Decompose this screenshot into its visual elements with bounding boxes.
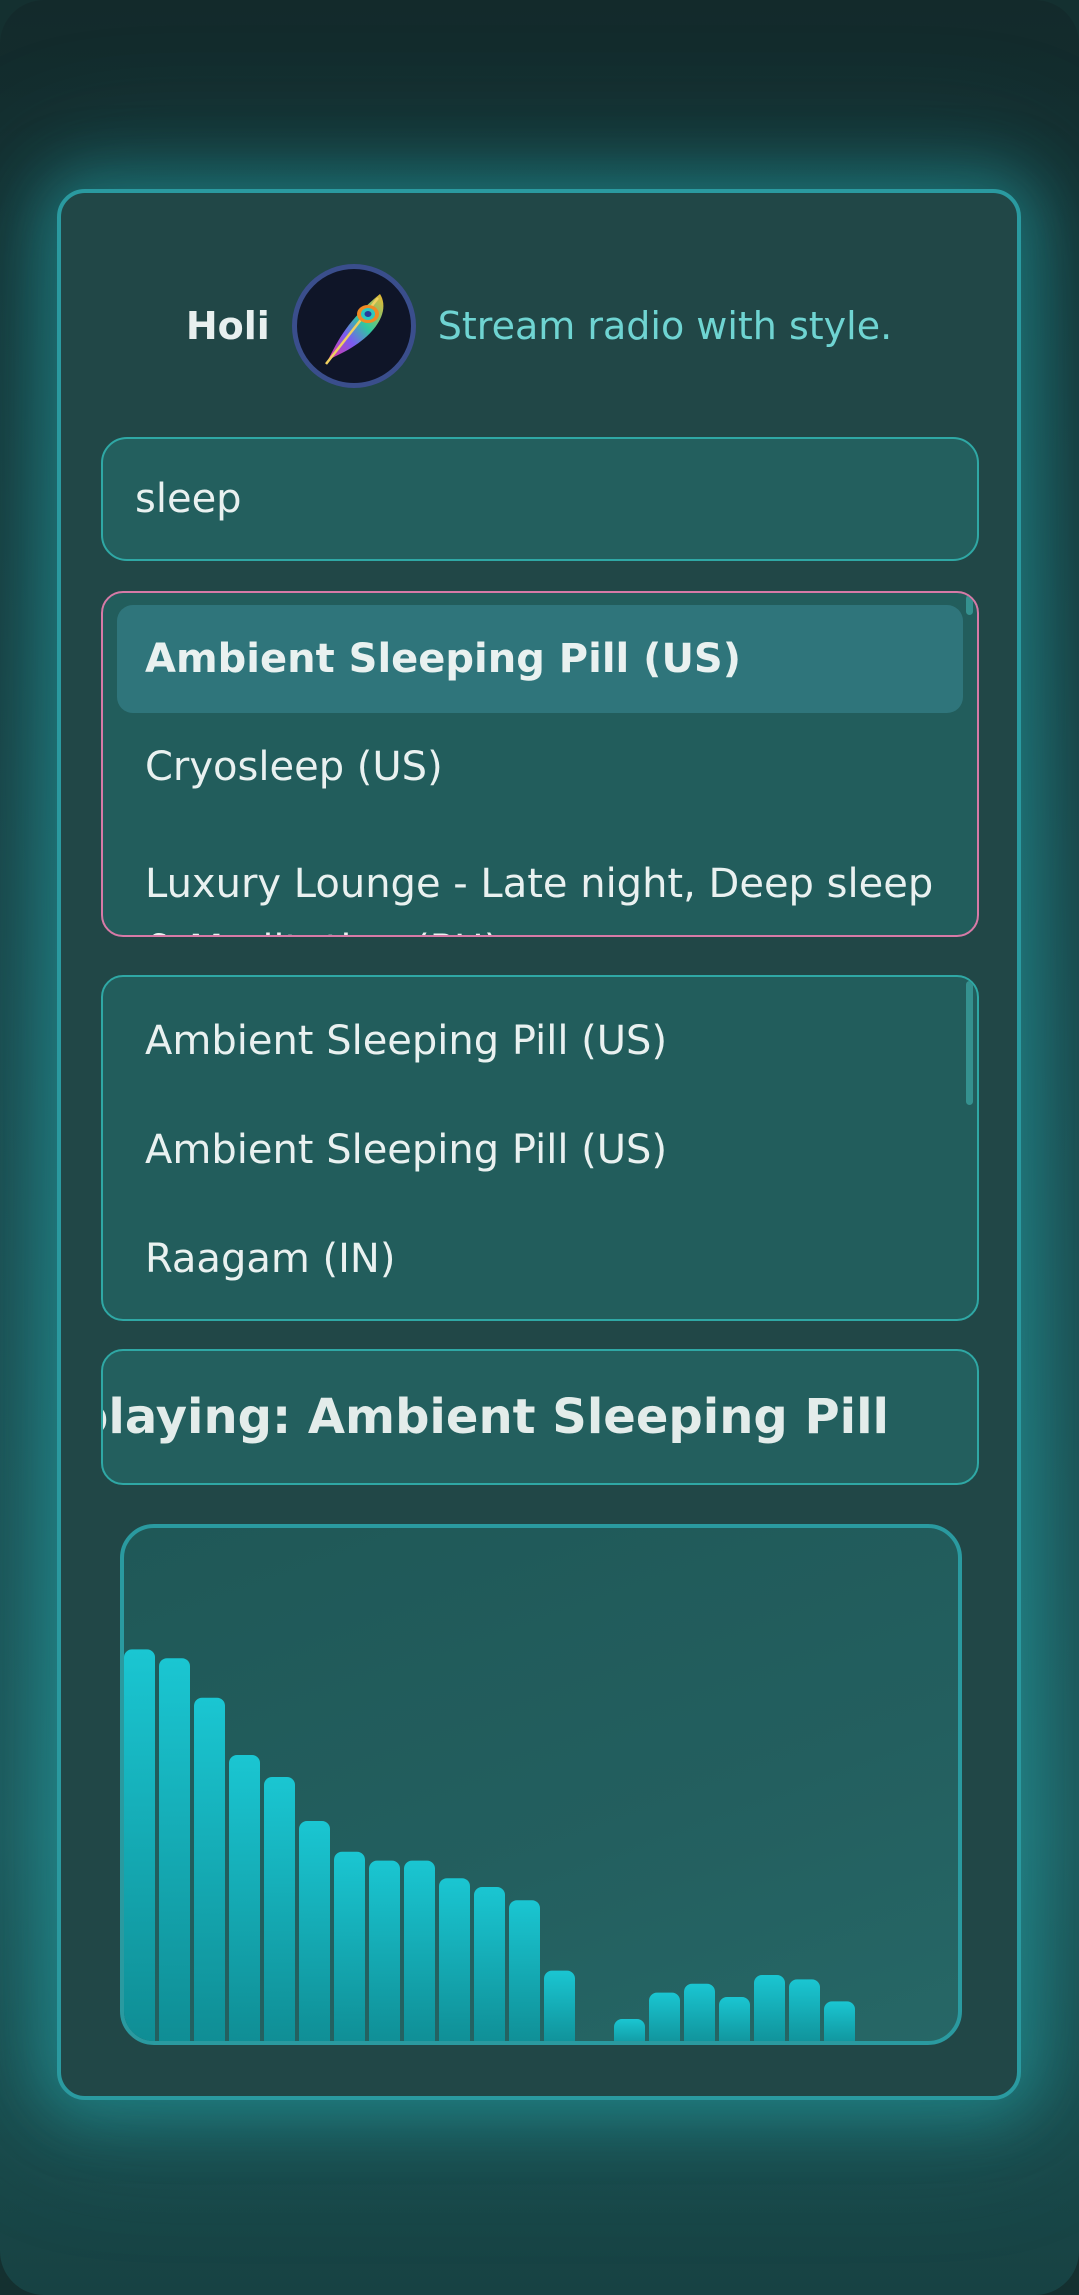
app-screen: Holi Stream radio with style. sleep Ambi… xyxy=(0,0,1079,2295)
recent-scrollbar[interactable] xyxy=(966,981,973,1105)
suggestion-scrollbar[interactable] xyxy=(966,595,973,615)
visualizer-bar xyxy=(684,1983,715,2041)
visualizer-bar xyxy=(229,1755,260,2041)
visualizer-bar xyxy=(299,1821,330,2041)
search-input[interactable] xyxy=(133,475,947,523)
now-playing-text: Now playing: Ambient Sleeping Pill xyxy=(103,1389,889,1445)
player-card: Holi Stream radio with style. sleep Ambi… xyxy=(57,189,1021,2100)
suggestion-item[interactable]: Ambient Sleeping Pill (US) xyxy=(117,605,963,713)
suggestion-item[interactable]: Cryosleep (US) xyxy=(117,713,963,821)
now-playing-marquee: Now playing: Ambient Sleeping Pill xyxy=(101,1349,979,1485)
audio-visualizer xyxy=(120,1524,962,2045)
visualizer-bar xyxy=(789,1979,820,2041)
visualizer-bar xyxy=(824,2001,855,2041)
app-name: Holi xyxy=(185,304,270,348)
visualizer-bar xyxy=(474,1887,505,2041)
visualizer-bar xyxy=(649,1992,680,2041)
visualizer-bar xyxy=(719,1997,750,2041)
peacock-feather-icon xyxy=(291,264,416,388)
visualizer-bar xyxy=(754,1975,785,2041)
suggestion-label: Luxury Lounge - Late night, Deep sleep &… xyxy=(145,861,934,935)
search-field[interactable] xyxy=(101,437,979,561)
visualizer-bar xyxy=(369,1860,400,2041)
visualizer-bar xyxy=(264,1777,295,2041)
visualizer-bar xyxy=(509,1900,540,2041)
visualizer-bar xyxy=(404,1860,435,2041)
visualizer-bar xyxy=(334,1851,365,2041)
recent-station-item[interactable]: Ambient Sleeping Pill (US) xyxy=(117,1096,963,1204)
visualizer-bar xyxy=(544,1970,575,2041)
visualizer-bar xyxy=(159,1658,190,2041)
recent-station-item[interactable]: Ambient Sleeping Pill (US) xyxy=(117,987,963,1095)
recent-station-label: Ambient Sleeping Pill (US) xyxy=(145,1018,668,1064)
suggestion-list[interactable]: Ambient Sleeping Pill (US) Cryosleep (US… xyxy=(101,591,979,937)
visualizer-bar xyxy=(614,2019,645,2041)
recent-station-item[interactable]: Raagam (IN) xyxy=(117,1205,963,1313)
visualizer-bars xyxy=(124,1649,855,2041)
visualizer-bar xyxy=(124,1649,155,2041)
visualizer-bar xyxy=(439,1878,470,2041)
recent-station-label: Ambient Sleeping Pill (US) xyxy=(145,1127,668,1173)
header: Holi Stream radio with style. xyxy=(61,259,1017,393)
suggestion-item[interactable]: Luxury Lounge - Late night, Deep sleep &… xyxy=(117,823,963,935)
recent-station-label: Raagam (IN) xyxy=(145,1236,396,1282)
suggestion-label: Cryosleep (US) xyxy=(145,744,443,790)
suggestion-label: Ambient Sleeping Pill (US) xyxy=(145,636,742,682)
tagline: Stream radio with style. xyxy=(437,304,893,348)
recent-stations-list[interactable]: Ambient Sleeping Pill (US) Ambient Sleep… xyxy=(101,975,979,1321)
visualizer-bar xyxy=(194,1697,225,2041)
